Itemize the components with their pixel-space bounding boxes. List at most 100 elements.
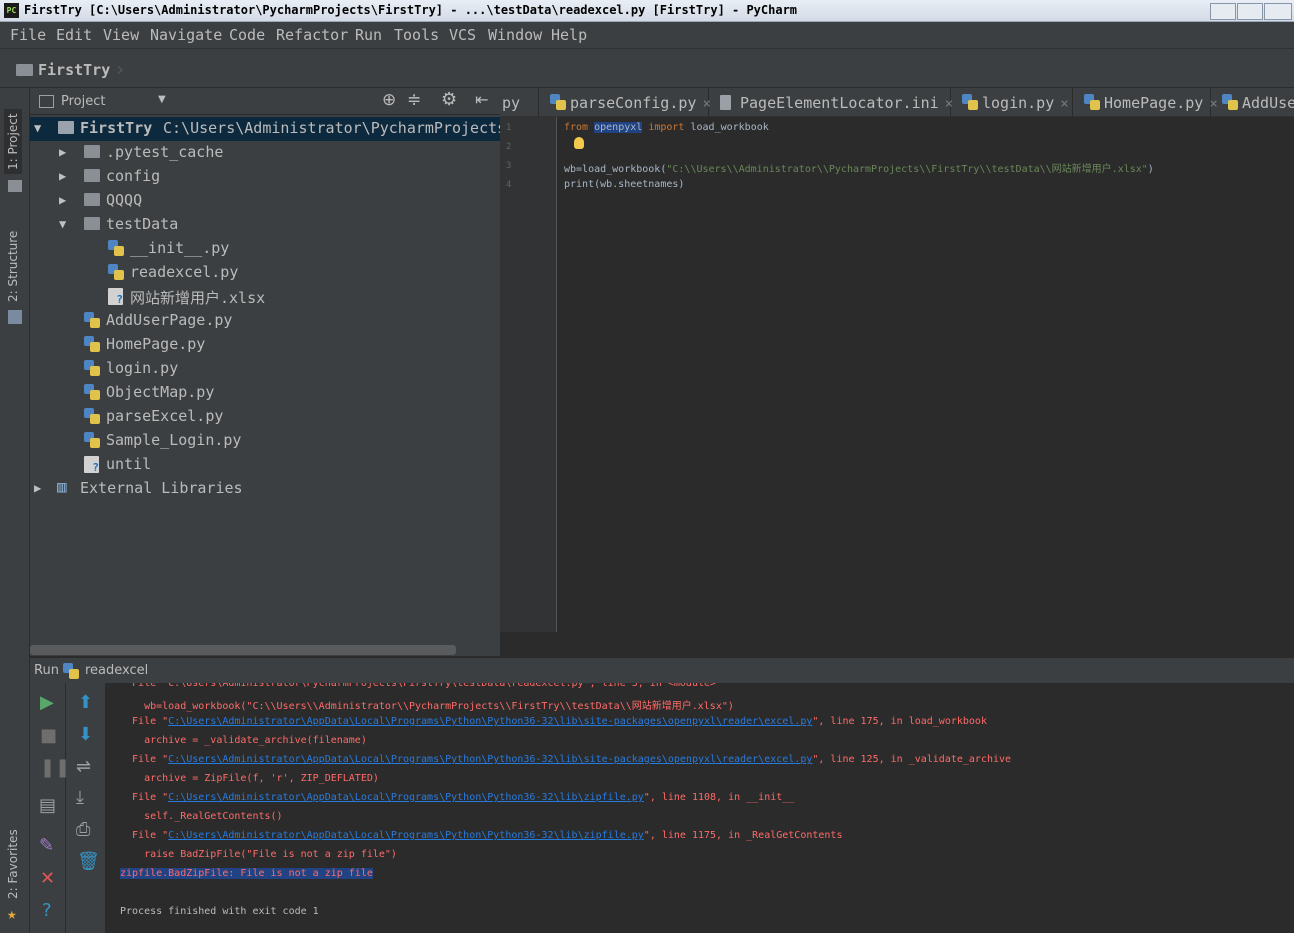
tree-item[interactable]: AddUserPage.py <box>30 309 500 333</box>
traceback-suffix: ", line 1108, in __init__ <box>643 792 795 803</box>
menu-navigate[interactable]: Navigate <box>150 26 222 44</box>
chevron-down-icon[interactable]: ▼ <box>158 94 166 105</box>
minimize-button[interactable] <box>1210 3 1236 20</box>
tree-item[interactable]: ▼ testData <box>30 213 500 237</box>
menu-tools[interactable]: Tools <box>394 26 439 44</box>
tool-tab-structure[interactable]: 2: Structure <box>4 227 22 306</box>
tool-tab-favorites[interactable]: 2: Favorites <box>4 825 22 903</box>
python-file-icon <box>84 336 100 353</box>
console-line: File "C:\Users\Administrator\AppData\Loc… <box>120 754 1011 765</box>
tree-root-name: FirstTry <box>80 119 153 137</box>
tree-item-label: login.py <box>106 359 179 377</box>
tool-tab-project[interactable]: 1: Project <box>4 109 22 174</box>
python-file-icon <box>108 264 124 281</box>
print-icon[interactable]: ⎙ <box>76 819 90 840</box>
arrow-up-icon[interactable]: ⬆ <box>78 692 93 713</box>
rerun-icon[interactable]: ▶ <box>40 692 54 713</box>
tree-item[interactable]: ▶ config <box>30 165 500 189</box>
menu-code[interactable]: Code <box>229 26 265 44</box>
traceback-line: archive = ZipFile(f, 'r', ZIP_DEFLATED) <box>120 773 379 784</box>
tree-item[interactable]: ObjectMap.py <box>30 381 500 405</box>
run-config-name[interactable]: readexcel <box>85 663 148 678</box>
editor-tab[interactable]: py <box>500 88 539 117</box>
collapsed-arrow-icon[interactable]: ▶ <box>34 481 41 495</box>
file-path-link[interactable]: C:\Users\Administrator\AppData\Local\Pro… <box>168 716 812 727</box>
lightbulb-icon[interactable] <box>574 137 584 149</box>
menu-refactor[interactable]: Refactor <box>276 26 348 44</box>
folder-icon <box>84 193 100 206</box>
file-path-link[interactable]: C:\Users\Administrator\AppData\Local\Pro… <box>168 754 812 765</box>
tree-item[interactable]: readexcel.py <box>30 261 500 285</box>
tree-item-label: until <box>106 455 152 473</box>
file-path-link[interactable]: C:\Users\Administrator\AppData\Local\Pro… <box>168 792 644 803</box>
trash-icon[interactable]: 🗑 <box>77 851 100 872</box>
code-editor[interactable]: from openpyxl import load_workbook wb=lo… <box>558 117 1294 632</box>
pin-icon[interactable]: ✎ <box>39 835 54 856</box>
python-file-icon <box>962 94 978 111</box>
console-output[interactable]: File "C:\Users\Administrator\PycharmProj… <box>107 683 1294 933</box>
menu-view[interactable]: View <box>103 26 139 44</box>
expanded-arrow-icon[interactable]: ▼ <box>59 217 66 231</box>
tree-item-label: config <box>106 167 161 185</box>
locate-icon[interactable]: ⊕ <box>382 90 396 110</box>
tree-item[interactable]: __init__.py <box>30 237 500 261</box>
collapse-all-icon[interactable]: ≑ <box>407 90 421 110</box>
project-view-label[interactable]: Project <box>61 94 105 109</box>
menu-edit[interactable]: Edit <box>56 26 92 44</box>
traceback-suffix: ", line 175, in load_workbook <box>812 716 987 727</box>
close-icon[interactable]: ✕ <box>40 868 55 889</box>
tree-item[interactable]: ▶ QQQQ <box>30 189 500 213</box>
expanded-arrow-icon[interactable]: ▼ <box>34 121 41 135</box>
tree-item[interactable]: ▶ .pytest_cache <box>30 141 500 165</box>
traceback-suffix: ", line 125, in _validate_archive <box>812 754 1012 765</box>
console-line: File "C:\Users\Administrator\PycharmProj… <box>120 683 716 689</box>
restore-layout-icon[interactable]: ▤ <box>39 795 56 816</box>
project-horizontal-scrollbar[interactable] <box>30 645 456 655</box>
collapsed-arrow-icon[interactable]: ▶ <box>59 169 66 183</box>
menu-help[interactable]: Help <box>551 26 587 44</box>
breadcrumb-project[interactable]: FirstTry <box>38 61 110 79</box>
scroll-to-end-icon[interactable]: ⤓ <box>76 787 84 808</box>
stop-icon[interactable]: ■ <box>40 725 57 746</box>
tree-item[interactable]: HomePage.py <box>30 333 500 357</box>
tree-item[interactable]: parseExcel.py <box>30 405 500 429</box>
module-name: openpyxl <box>594 122 643 133</box>
collapsed-arrow-icon[interactable]: ▶ <box>59 145 66 159</box>
menu-window[interactable]: Window <box>488 26 542 44</box>
traceback-line: archive = _validate_archive(filename) <box>120 735 367 746</box>
gear-icon[interactable]: ⚙ <box>441 89 457 110</box>
file-path-link[interactable]: C:\Users\Administrator\AppData\Local\Pro… <box>168 830 644 841</box>
run-panel-header: Run readexcel <box>30 657 1294 683</box>
traceback-prefix: File " <box>120 792 169 803</box>
tree-item[interactable]: ? until <box>30 453 500 477</box>
arrow-down-icon[interactable]: ⬇ <box>78 724 93 745</box>
tree-item[interactable]: ? 网站新增用户.xlsx <box>30 285 500 309</box>
editor-tab-label: HomePage.py <box>1104 94 1204 112</box>
editor-tab[interactable]: HomePage.py × <box>1074 88 1218 117</box>
traceback-prefix: File " <box>120 754 169 765</box>
editor-tab[interactable]: login.py × <box>952 88 1073 117</box>
editor-tab[interactable]: parseConfig.py × <box>540 88 711 117</box>
soft-wrap-icon[interactable]: ⇌ <box>76 756 91 777</box>
hide-panel-icon[interactable]: ⇤ <box>475 90 488 109</box>
menu-vcs[interactable]: VCS <box>449 26 476 44</box>
tree-item[interactable]: login.py <box>30 357 500 381</box>
collapsed-arrow-icon[interactable]: ▶ <box>59 193 66 207</box>
project-view-icon <box>39 95 54 108</box>
keyword-import: import <box>648 122 685 133</box>
menu-file[interactable]: File <box>10 26 46 44</box>
close-tab-icon[interactable]: × <box>1060 96 1068 112</box>
tree-root-row[interactable]: ▼ FirstTry C:\Users\Administrator\Pychar… <box>30 117 500 141</box>
editor-tab[interactable]: PageElementLocator.ini × <box>710 88 953 117</box>
menu-bar: File Edit View Navigate Code Refactor Ru… <box>0 22 1294 48</box>
close-window-button[interactable] <box>1264 3 1292 20</box>
python-file-icon <box>84 432 100 449</box>
tree-item[interactable]: Sample_Login.py <box>30 429 500 453</box>
tree-external-libraries[interactable]: ▶ ▥ External Libraries <box>30 477 500 501</box>
maximize-button[interactable] <box>1237 3 1263 20</box>
menu-run[interactable]: Run <box>355 26 382 44</box>
console-line: archive = _validate_archive(filename) <box>120 735 367 746</box>
editor-tab[interactable]: AddUser <box>1212 88 1294 117</box>
help-icon[interactable]: ? <box>42 900 52 921</box>
tree-item-label: ObjectMap.py <box>106 383 215 401</box>
